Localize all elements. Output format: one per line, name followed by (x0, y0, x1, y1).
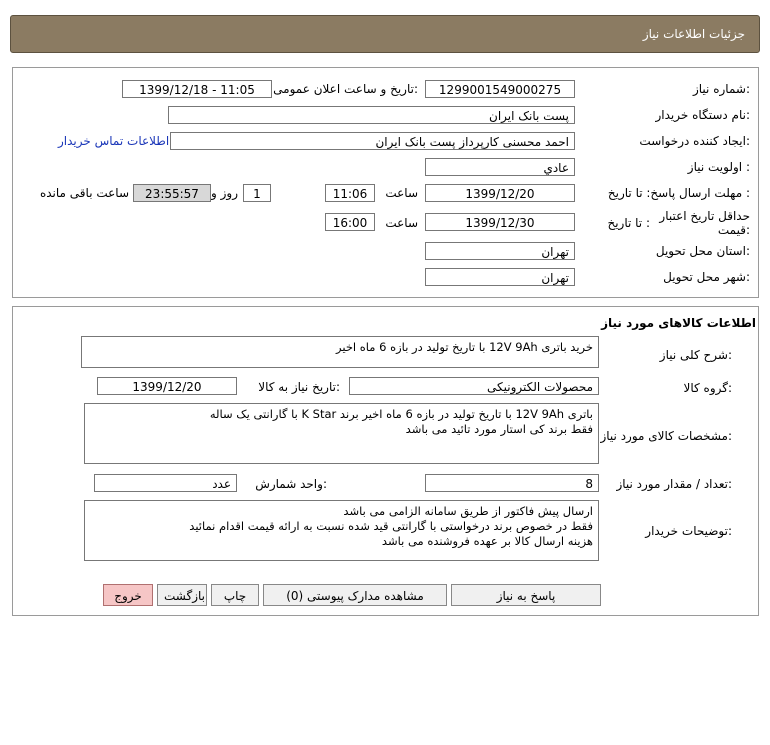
deadline-time-label: ساعت (385, 186, 418, 200)
validity-time-label: ساعت (385, 216, 418, 230)
goods-section-title: اطلاعات کالاهای مورد نیاز (601, 316, 756, 330)
province-label: استان محل تحویل: (655, 244, 750, 258)
buyer-notes-line-2: فقط در خصوص برند درخواستی با گارانتی قید… (189, 519, 593, 533)
reply-button[interactable]: پاسخ به نیاز (451, 584, 601, 606)
page-title: جزئیات اطلاعات نیاز (642, 27, 745, 41)
deadline-days-label: روز و (211, 186, 238, 200)
deadline-time-value: 11:06 (325, 184, 375, 202)
validity-to-date-label: تا تاریخ : (607, 216, 650, 230)
need-date-label: تاریخ نیاز به کالا: (258, 380, 340, 394)
deadline-days-value: 1 (243, 184, 271, 202)
group-label: گروه کالا: (683, 381, 733, 395)
specs-label: مشخصات کالای مورد نیاز: (600, 429, 732, 443)
buyer-notes-line-3: هزینه ارسال کالا بر عهده فروشنده می باشد (381, 534, 593, 548)
announce-value: 1399/12/18 - 11:05 (122, 80, 272, 98)
validity-label-line1: حداقل تاریخ اعتبار (659, 209, 750, 223)
buyer-contact-link[interactable]: اطلاعات تماس خریدار (58, 134, 169, 148)
specs-line-1: باتری 12V 9Ah با تاریخ تولید در بازه 6 م… (209, 407, 593, 421)
specs-line-2: فقط برند کی استار مورد تائید می باشد (405, 422, 593, 436)
unit-label: واحد شمارش: (255, 477, 327, 491)
buyer-notes-value: ارسال پیش فاکتور از طریق سامانه الزامی م… (84, 500, 599, 561)
need-info-panel (12, 67, 759, 298)
requester-label: ایجاد کننده درخواست: (639, 134, 750, 148)
city-value: تهران (425, 268, 575, 286)
requester-value: احمد محسنی کارپرداز پست بانک ایران (170, 132, 575, 150)
priority-value: عادي (425, 158, 575, 176)
province-value: تهران (425, 242, 575, 260)
page-header: جزئیات اطلاعات نیاز (10, 15, 760, 53)
deadline-label: مهلت ارسال پاسخ: تا تاریخ : (607, 186, 750, 200)
need-number-label: شماره نیاز: (692, 82, 750, 96)
city-label: شهر محل تحویل: (663, 270, 750, 284)
validity-time-value: 16:00 (325, 213, 375, 231)
buyer-org-value: پست بانک ایران (168, 106, 575, 124)
buyer-org-label: نام دستگاه خریدار: (655, 108, 751, 122)
quantity-label: تعداد / مقدار مورد نیاز: (616, 477, 732, 491)
buyer-notes-label: توضیحات خریدار: (645, 524, 732, 538)
deadline-date-value: 1399/12/20 (425, 184, 575, 202)
announce-label: تاریخ و ساعت اعلان عمومی: (273, 82, 418, 96)
validity-label-line2: قیمت: (717, 223, 750, 237)
need-number-value: 1299001549000275 (425, 80, 575, 98)
quantity-value: 8 (425, 474, 599, 492)
unit-value: عدد (94, 474, 237, 492)
priority-label: اولویت نیاز : (687, 160, 750, 174)
validity-date-value: 1399/12/30 (425, 213, 575, 231)
attachments-button[interactable]: مشاهده مدارک پیوستی (0) (263, 584, 447, 606)
buyer-notes-line-1: ارسال پیش فاکتور از طریق سامانه الزامی م… (343, 504, 593, 518)
description-label: شرح کلی نیاز: (659, 348, 732, 362)
remaining-time-label: ساعت باقی مانده (39, 186, 129, 200)
need-date-value: 1399/12/20 (97, 377, 237, 395)
group-value: محصولات الکترونیکی (349, 377, 599, 395)
back-button[interactable]: بازگشت (157, 584, 207, 606)
print-button[interactable]: چاپ (211, 584, 259, 606)
exit-button[interactable]: خروج (103, 584, 153, 606)
specs-value: باتری 12V 9Ah با تاریخ تولید در بازه 6 م… (84, 403, 599, 464)
description-value: خرید باتری 12V 9Ah با تاریخ تولید در باز… (81, 336, 599, 368)
description-text: خرید باتری 12V 9Ah با تاریخ تولید در باز… (336, 340, 593, 354)
remaining-time-value: 23:55:57 (133, 184, 211, 202)
